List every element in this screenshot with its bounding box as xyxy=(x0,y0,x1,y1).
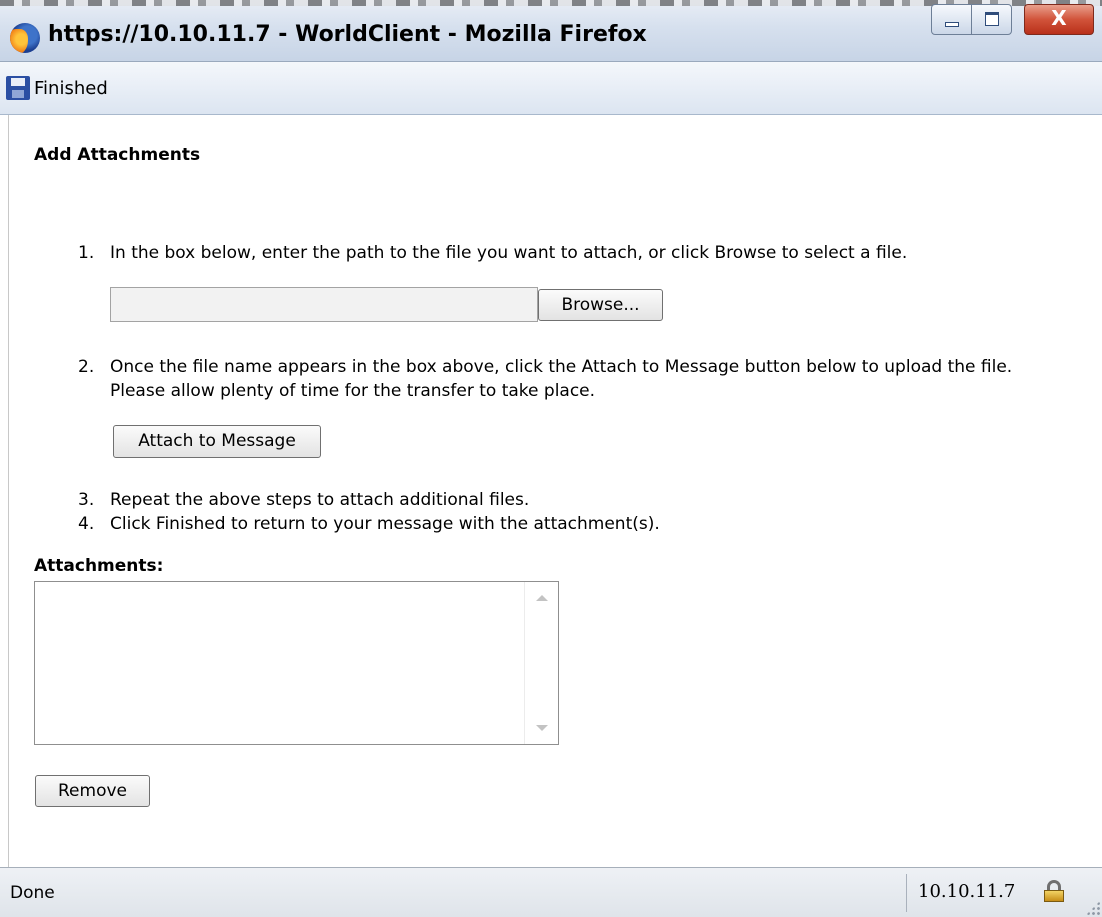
close-button[interactable]: X xyxy=(1024,4,1094,35)
step-instruction: Once the file name appears in the box ab… xyxy=(110,357,1013,377)
scroll-down-icon[interactable] xyxy=(536,725,548,731)
status-bar: Done 10.10.11.7 xyxy=(0,867,1102,917)
file-path-input[interactable] xyxy=(110,287,538,322)
maximize-button[interactable] xyxy=(971,4,1012,35)
status-text: Done xyxy=(10,883,55,903)
step-number: 4. xyxy=(78,514,95,534)
firefox-icon[interactable] xyxy=(10,23,40,53)
save-icon xyxy=(6,76,30,100)
title-bar[interactable]: https://10.10.11.7 - WorldClient - Mozil… xyxy=(0,0,1102,62)
status-divider xyxy=(906,874,907,912)
step-number: 2. xyxy=(78,357,95,377)
attach-to-message-button[interactable]: Attach to Message xyxy=(113,425,321,458)
status-host: 10.10.11.7 xyxy=(918,881,1016,902)
scroll-up-icon[interactable] xyxy=(536,595,548,601)
firefox-window: https://10.10.11.7 - WorldClient - Mozil… xyxy=(0,0,1102,917)
step-instruction: Click Finished to return to your message… xyxy=(110,514,660,534)
finished-label: Finished xyxy=(34,78,108,99)
resize-grip-icon[interactable] xyxy=(1086,901,1100,915)
step-number: 1. xyxy=(78,243,95,263)
attachments-label: Attachments: xyxy=(34,556,164,576)
step-instruction-continued: Please allow plenty of time for the tran… xyxy=(110,381,596,401)
page-title: Add Attachments xyxy=(34,145,201,165)
lock-icon[interactable] xyxy=(1043,880,1065,902)
remove-button[interactable]: Remove xyxy=(35,775,150,807)
minimize-button[interactable] xyxy=(931,4,972,35)
close-icon: X xyxy=(1051,6,1067,30)
content-divider xyxy=(8,115,9,867)
browse-button[interactable]: Browse... xyxy=(538,289,663,321)
step-instruction: Repeat the above steps to attach additio… xyxy=(110,490,530,510)
window-title: https://10.10.11.7 - WorldClient - Mozil… xyxy=(48,22,647,47)
attachments-listbox[interactable] xyxy=(34,581,559,745)
main-content: Add Attachments 1. In the box below, ent… xyxy=(0,115,1102,867)
listbox-scrollbar[interactable] xyxy=(524,582,558,744)
toolbar: Finished xyxy=(0,62,1102,115)
step-number: 3. xyxy=(78,490,95,510)
step-instruction: In the box below, enter the path to the … xyxy=(110,243,908,263)
